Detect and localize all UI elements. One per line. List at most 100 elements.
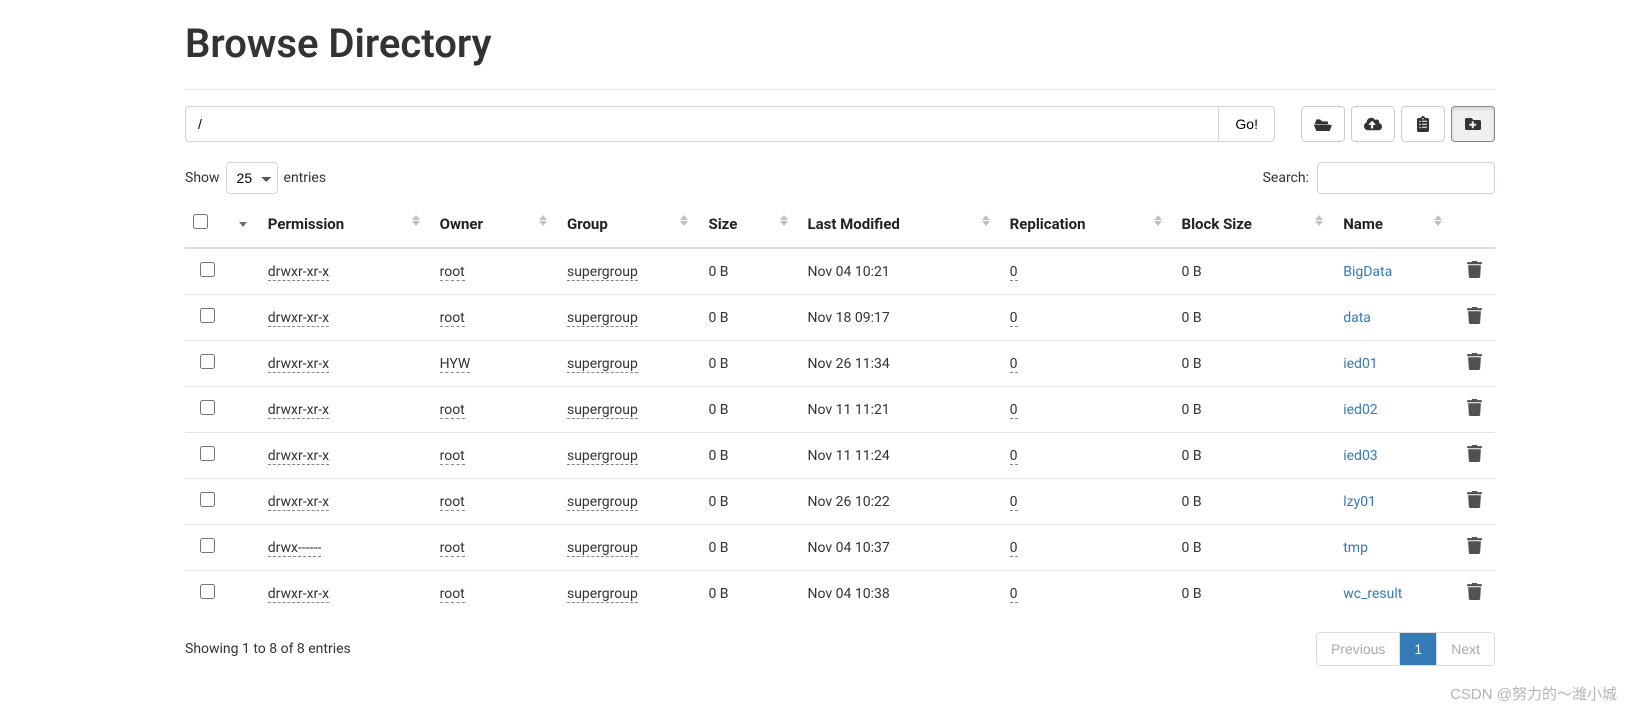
group-cell[interactable]: supergroup	[567, 310, 638, 327]
row-checkbox[interactable]	[200, 354, 215, 369]
file-table: Permission Owner Group Size Last Modifie…	[185, 202, 1495, 616]
name-link[interactable]: data	[1343, 310, 1371, 326]
replication-cell[interactable]: 0	[1010, 310, 1018, 327]
row-checkbox[interactable]	[200, 308, 215, 323]
permission-cell[interactable]: drwxr-xr-x	[268, 356, 329, 373]
upload-button[interactable]	[1351, 106, 1395, 142]
trash-icon	[1467, 491, 1482, 508]
list-icon	[1414, 116, 1432, 132]
permission-cell[interactable]: drwxr-xr-x	[268, 586, 329, 603]
blocksize-cell: 0 B	[1174, 295, 1336, 341]
table-row: drwxr-xr-xrootsupergroup0 BNov 04 10:210…	[185, 248, 1495, 295]
page-1-button[interactable]: 1	[1400, 633, 1437, 665]
blocksize-cell: 0 B	[1174, 479, 1336, 525]
prev-button[interactable]: Previous	[1317, 633, 1400, 665]
replication-cell[interactable]: 0	[1010, 402, 1018, 419]
owner-cell[interactable]: root	[440, 310, 465, 327]
action-toolbar	[1301, 106, 1495, 142]
pagination: Previous 1 Next	[1316, 632, 1495, 666]
row-checkbox[interactable]	[200, 538, 215, 553]
delete-button[interactable]	[1467, 266, 1482, 282]
show-suffix: entries	[284, 170, 327, 186]
name-link[interactable]: ied01	[1343, 356, 1377, 372]
row-checkbox[interactable]	[200, 262, 215, 277]
col-owner[interactable]: Owner	[432, 202, 559, 248]
group-cell[interactable]: supergroup	[567, 494, 638, 511]
name-link[interactable]: lzy01	[1343, 494, 1376, 510]
row-checkbox[interactable]	[200, 400, 215, 415]
delete-button[interactable]	[1467, 404, 1482, 420]
col-select-all[interactable]	[185, 202, 229, 248]
replication-cell[interactable]: 0	[1010, 356, 1018, 373]
replication-cell[interactable]: 0	[1010, 448, 1018, 465]
blocksize-cell: 0 B	[1174, 571, 1336, 617]
owner-cell[interactable]: root	[440, 402, 465, 419]
go-button[interactable]: Go!	[1219, 106, 1275, 142]
search-input[interactable]	[1317, 162, 1495, 194]
col-permission[interactable]: Permission	[260, 202, 432, 248]
permission-cell[interactable]: drwx------	[268, 540, 321, 557]
col-modified[interactable]: Last Modified	[800, 202, 1002, 248]
name-link[interactable]: BigData	[1343, 264, 1392, 280]
name-link[interactable]: ied03	[1343, 448, 1377, 464]
delete-button[interactable]	[1467, 450, 1482, 466]
table-row: drwxr-xr-xHYWsupergroup0 BNov 26 11:3400…	[185, 341, 1495, 387]
group-cell[interactable]: supergroup	[567, 356, 638, 373]
name-link[interactable]: ied02	[1343, 402, 1377, 418]
delete-button[interactable]	[1467, 358, 1482, 374]
trash-icon	[1467, 399, 1482, 416]
delete-button[interactable]	[1467, 496, 1482, 512]
col-name[interactable]: Name	[1335, 202, 1454, 248]
table-row: drwxr-xr-xrootsupergroup0 BNov 26 10:220…	[185, 479, 1495, 525]
row-checkbox[interactable]	[200, 492, 215, 507]
permission-cell[interactable]: drwxr-xr-x	[268, 310, 329, 327]
owner-cell[interactable]: root	[440, 586, 465, 603]
permission-cell[interactable]: drwxr-xr-x	[268, 448, 329, 465]
snippet-button[interactable]	[1401, 106, 1445, 142]
path-input-group: Go!	[185, 106, 1275, 142]
replication-cell[interactable]: 0	[1010, 586, 1018, 603]
col-group[interactable]: Group	[559, 202, 701, 248]
size-cell: 0 B	[700, 295, 799, 341]
size-cell: 0 B	[700, 433, 799, 479]
name-link[interactable]: tmp	[1343, 540, 1368, 556]
path-input[interactable]	[185, 106, 1219, 142]
modified-cell: Nov 11 11:21	[800, 387, 1002, 433]
blocksize-cell: 0 B	[1174, 341, 1336, 387]
name-link[interactable]: wc_result	[1343, 586, 1402, 602]
col-replication[interactable]: Replication	[1002, 202, 1174, 248]
delete-button[interactable]	[1467, 542, 1482, 558]
replication-cell[interactable]: 0	[1010, 264, 1018, 281]
row-checkbox[interactable]	[200, 446, 215, 461]
group-cell[interactable]: supergroup	[567, 586, 638, 603]
permission-cell[interactable]: drwxr-xr-x	[268, 264, 329, 281]
new-folder-button[interactable]	[1451, 106, 1495, 142]
modified-cell: Nov 26 11:34	[800, 341, 1002, 387]
col-blocksize[interactable]: Block Size	[1174, 202, 1336, 248]
owner-cell[interactable]: root	[440, 448, 465, 465]
owner-cell[interactable]: HYW	[440, 356, 471, 373]
owner-cell[interactable]: root	[440, 540, 465, 557]
page-title: Browse Directory	[185, 20, 1495, 67]
trash-icon	[1467, 583, 1482, 600]
entries-select[interactable]: 25	[226, 162, 278, 194]
col-parent[interactable]	[229, 202, 259, 248]
row-checkbox[interactable]	[200, 584, 215, 599]
group-cell[interactable]: supergroup	[567, 448, 638, 465]
owner-cell[interactable]: root	[440, 264, 465, 281]
permission-cell[interactable]: drwxr-xr-x	[268, 402, 329, 419]
group-cell[interactable]: supergroup	[567, 540, 638, 557]
col-size[interactable]: Size	[700, 202, 799, 248]
blocksize-cell: 0 B	[1174, 248, 1336, 295]
select-all-checkbox[interactable]	[193, 214, 208, 229]
replication-cell[interactable]: 0	[1010, 540, 1018, 557]
replication-cell[interactable]: 0	[1010, 494, 1018, 511]
owner-cell[interactable]: root	[440, 494, 465, 511]
group-cell[interactable]: supergroup	[567, 264, 638, 281]
next-button[interactable]: Next	[1437, 633, 1494, 665]
open-folder-button[interactable]	[1301, 106, 1345, 142]
group-cell[interactable]: supergroup	[567, 402, 638, 419]
delete-button[interactable]	[1467, 588, 1482, 604]
permission-cell[interactable]: drwxr-xr-x	[268, 494, 329, 511]
delete-button[interactable]	[1467, 312, 1482, 328]
